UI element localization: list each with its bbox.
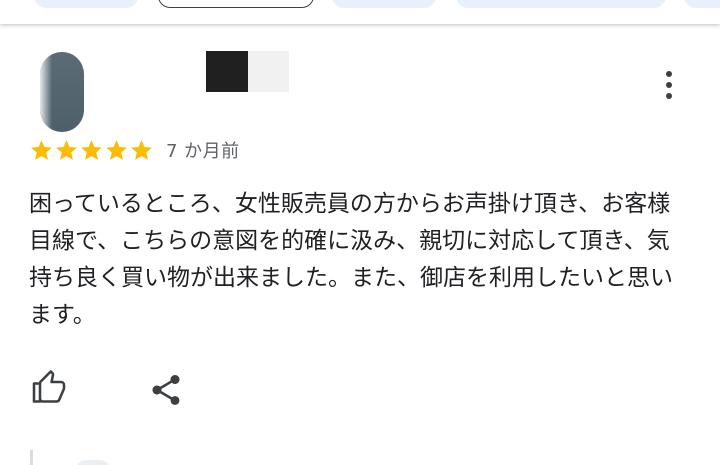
star-icon	[129, 138, 154, 163]
avatar-edge-highlight	[40, 52, 52, 132]
share-button[interactable]	[148, 372, 184, 408]
next-reviewer-avatar[interactable]	[76, 460, 110, 465]
reviewer-name-redaction-dark	[206, 51, 248, 92]
share-icon	[152, 375, 180, 405]
filter-chip-selected[interactable]	[158, 0, 314, 8]
more-vert-icon	[666, 82, 672, 88]
star-icon	[54, 138, 79, 163]
filter-chip-bar	[0, 0, 720, 24]
more-vert-icon	[666, 71, 672, 77]
more-options-button[interactable]	[654, 68, 684, 104]
review-text: 困っているところ、女性販売員の方からお声掛け頂き、お客様目線で、こちらの意図を的…	[29, 191, 673, 328]
more-vert-icon	[666, 93, 672, 99]
review-screen: 7 か月前 困っているところ、女性販売員の方からお声掛け頂き、お客様目線で、こち…	[0, 0, 720, 465]
like-button[interactable]	[30, 370, 68, 406]
star-icon	[29, 138, 54, 163]
reviewer-name-redaction-light	[248, 51, 289, 92]
filter-chip[interactable]	[34, 0, 138, 8]
rating-row: 7 か月前	[29, 137, 240, 163]
review-date: 7 か月前	[166, 141, 240, 162]
filter-chip[interactable]	[684, 0, 720, 8]
star-rating	[29, 138, 154, 163]
reviewer-avatar[interactable]	[40, 52, 84, 132]
thumb-up-icon	[32, 370, 66, 403]
star-icon	[79, 138, 104, 163]
next-review-divider	[30, 450, 33, 465]
filter-chip[interactable]	[456, 0, 666, 8]
filter-chip[interactable]	[332, 0, 436, 8]
star-icon	[104, 138, 129, 163]
